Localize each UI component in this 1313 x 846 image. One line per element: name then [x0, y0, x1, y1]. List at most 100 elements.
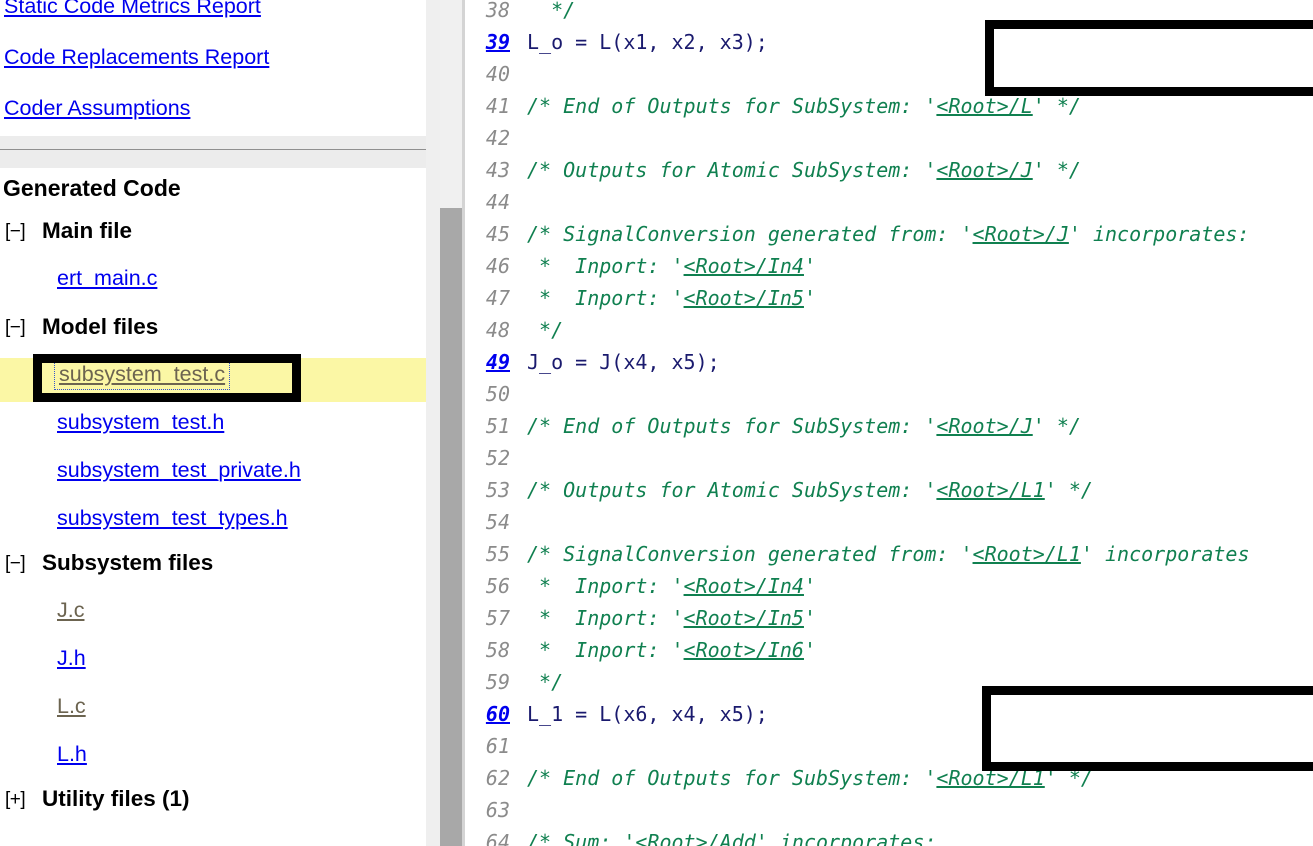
collapse-icon[interactable]: [−]: [5, 317, 26, 339]
collapse-icon[interactable]: [−]: [5, 553, 26, 575]
source-code-viewer: 38 */39 L_o = L(x1, x2, x3); 40 41/* End of…: [465, 0, 1313, 846]
sidebar-report-links: Static Code Metrics Report Code Replacem…: [0, 0, 426, 136]
model-block-link[interactable]: <Root>/L1: [973, 542, 1081, 566]
page-scrollbar-thumb[interactable]: [440, 208, 462, 846]
code-comment-text: */: [527, 670, 564, 694]
line-number: 46: [485, 254, 510, 278]
model-block-link[interactable]: <Root>/J: [936, 158, 1032, 182]
line-number: 58: [485, 638, 510, 662]
model-block-link[interactable]: <Root>/L1: [936, 766, 1044, 790]
file-tree-item[interactable]: L.h: [0, 738, 426, 782]
file-link-subsystem_test-h[interactable]: subsystem_test.h: [57, 410, 224, 435]
code-comment-text: * Inport: '<Root>/In5': [527, 286, 817, 310]
tree-group-subsystem-files: [−] Subsystem files: [0, 550, 426, 584]
link-coder-assumptions[interactable]: Coder Assumptions: [4, 95, 190, 121]
model-block-link[interactable]: <Root>/In5: [684, 286, 804, 310]
line-number[interactable]: 60: [465, 702, 510, 726]
code-comment-text: /* End of Outputs for SubSystem: '<Root>…: [527, 766, 1093, 790]
file-tree-item[interactable]: subsystem_test_private.h: [0, 454, 426, 498]
code-line: 50: [465, 382, 1313, 414]
file-tree-item[interactable]: subsystem_test_types.h: [0, 502, 426, 546]
code-statement-text: L_o = L(x1, x2, x3);: [527, 30, 768, 54]
line-number: 59: [485, 670, 510, 694]
line-number: 55: [485, 542, 510, 566]
code-comment-text: * Inport: '<Root>/In6': [527, 638, 817, 662]
tree-group-model-files: [−] Model files: [0, 314, 426, 348]
line-number: 47: [485, 286, 510, 310]
code-line: 39 L_o = L(x1, x2, x3);: [465, 30, 1313, 62]
code-generation-report-window: Static Code Metrics Report Code Replacem…: [0, 0, 1313, 846]
tree-group-label: Subsystem files: [42, 550, 214, 575]
line-number: 53: [485, 478, 510, 502]
code-line: 58 * Inport: '<Root>/In6': [465, 638, 1313, 670]
file-link-subsystem_test-c[interactable]: subsystem_test.c: [53, 359, 231, 390]
model-block-link[interactable]: <Root>/In4: [684, 574, 804, 598]
file-link-L-c[interactable]: L.c: [57, 694, 86, 719]
code-comment-text: /* End of Outputs for SubSystem: '<Root>…: [527, 94, 1081, 118]
model-block-link[interactable]: <Root>/J: [936, 414, 1032, 438]
code-line: 57 * Inport: '<Root>/In5': [465, 606, 1313, 638]
sidebar: Static Code Metrics Report Code Replacem…: [0, 0, 426, 846]
code-line: 63: [465, 798, 1313, 830]
code-line: 59 */: [465, 670, 1313, 702]
model-block-link[interactable]: <Root>/L: [936, 94, 1032, 118]
file-link-J-c[interactable]: J.c: [57, 598, 84, 623]
code-comment-text: /* SignalConversion generated from: '<Ro…: [527, 542, 1250, 566]
file-tree-item-selected[interactable]: subsystem_test.c: [0, 358, 426, 402]
code-comment-text: * Inport: '<Root>/In5': [527, 606, 817, 630]
line-number: 50: [485, 382, 510, 406]
code-line: 43 /* Outputs for Atomic SubSystem: '<Roo…: [465, 158, 1313, 190]
line-number: 54: [485, 510, 510, 534]
code-line: 42: [465, 126, 1313, 158]
code-line: 41 /* End of Outputs for SubSystem: '<Roo…: [465, 94, 1313, 126]
code-line: 52: [465, 446, 1313, 478]
code-line: 49 J_o = J(x4, x5);: [465, 350, 1313, 382]
link-static-code-metrics-report[interactable]: Static Code Metrics Report: [4, 0, 261, 19]
line-number[interactable]: 49: [465, 350, 510, 374]
file-tree-item[interactable]: subsystem_test.h: [0, 406, 426, 450]
code-line: 51 /* End of Outputs for SubSystem: '<Roo…: [465, 414, 1313, 446]
model-block-link[interactable]: <Root>/In6: [684, 638, 804, 662]
tree-group-label: Main file: [42, 218, 133, 243]
link-code-replacements-report[interactable]: Code Replacements Report: [4, 44, 269, 70]
file-tree-item[interactable]: J.c: [0, 594, 426, 638]
code-line: 60 L_1 = L(x6, x4, x5);: [465, 702, 1313, 734]
model-block-link[interactable]: <Root>/Add: [635, 830, 755, 846]
file-link-L-h[interactable]: L.h: [57, 742, 87, 767]
code-line: 47 * Inport: '<Root>/In5': [465, 286, 1313, 318]
code-line: 61: [465, 734, 1313, 766]
line-number: 41: [485, 94, 510, 118]
code-line: 54: [465, 510, 1313, 542]
file-link-J-h[interactable]: J.h: [57, 646, 86, 671]
code-line: 53 /* Outputs for Atomic SubSystem: '<Roo…: [465, 478, 1313, 510]
line-number: 44: [485, 190, 510, 214]
model-block-link[interactable]: <Root>/L1: [936, 478, 1044, 502]
line-number: 42: [485, 126, 510, 150]
model-block-link[interactable]: <Root>/In5: [684, 606, 804, 630]
expand-icon[interactable]: [+]: [5, 789, 26, 811]
line-number: 38: [485, 0, 510, 22]
code-line: 62 /* End of Outputs for SubSystem: '<Roo…: [465, 766, 1313, 798]
file-tree-item[interactable]: L.c: [0, 690, 426, 734]
file-link-subsystem_test_types-h[interactable]: subsystem_test_types.h: [57, 506, 288, 531]
collapse-icon[interactable]: [−]: [5, 221, 26, 243]
model-block-link[interactable]: <Root>/In4: [684, 254, 804, 278]
code-statement-text: J_o = J(x4, x5);: [527, 350, 720, 374]
file-tree-item[interactable]: J.h: [0, 642, 426, 686]
file-tree-item[interactable]: ert_main.c: [0, 262, 426, 306]
tree-group-label: Model files: [42, 314, 159, 339]
code-comment-text: /* Outputs for Atomic SubSystem: '<Root>…: [527, 158, 1081, 182]
code-comment-text: /* End of Outputs for SubSystem: '<Root>…: [527, 414, 1081, 438]
line-number: 57: [485, 606, 510, 630]
model-block-link[interactable]: <Root>/J: [973, 222, 1069, 246]
code-comment-text: /* Sum: '<Root>/Add' incorporates:: [527, 830, 936, 846]
tree-group-main-file: [−] Main file: [0, 218, 426, 252]
code-line: 48 */: [465, 318, 1313, 350]
file-link-ert_main-c[interactable]: ert_main.c: [57, 266, 157, 291]
code-statement-text: L_1 = L(x6, x4, x5);: [527, 702, 768, 726]
code-line: 44: [465, 190, 1313, 222]
line-number: 62: [485, 766, 510, 790]
file-link-subsystem_test_private-h[interactable]: subsystem_test_private.h: [57, 458, 301, 483]
line-number: 64: [485, 830, 510, 846]
line-number[interactable]: 39: [465, 30, 510, 54]
